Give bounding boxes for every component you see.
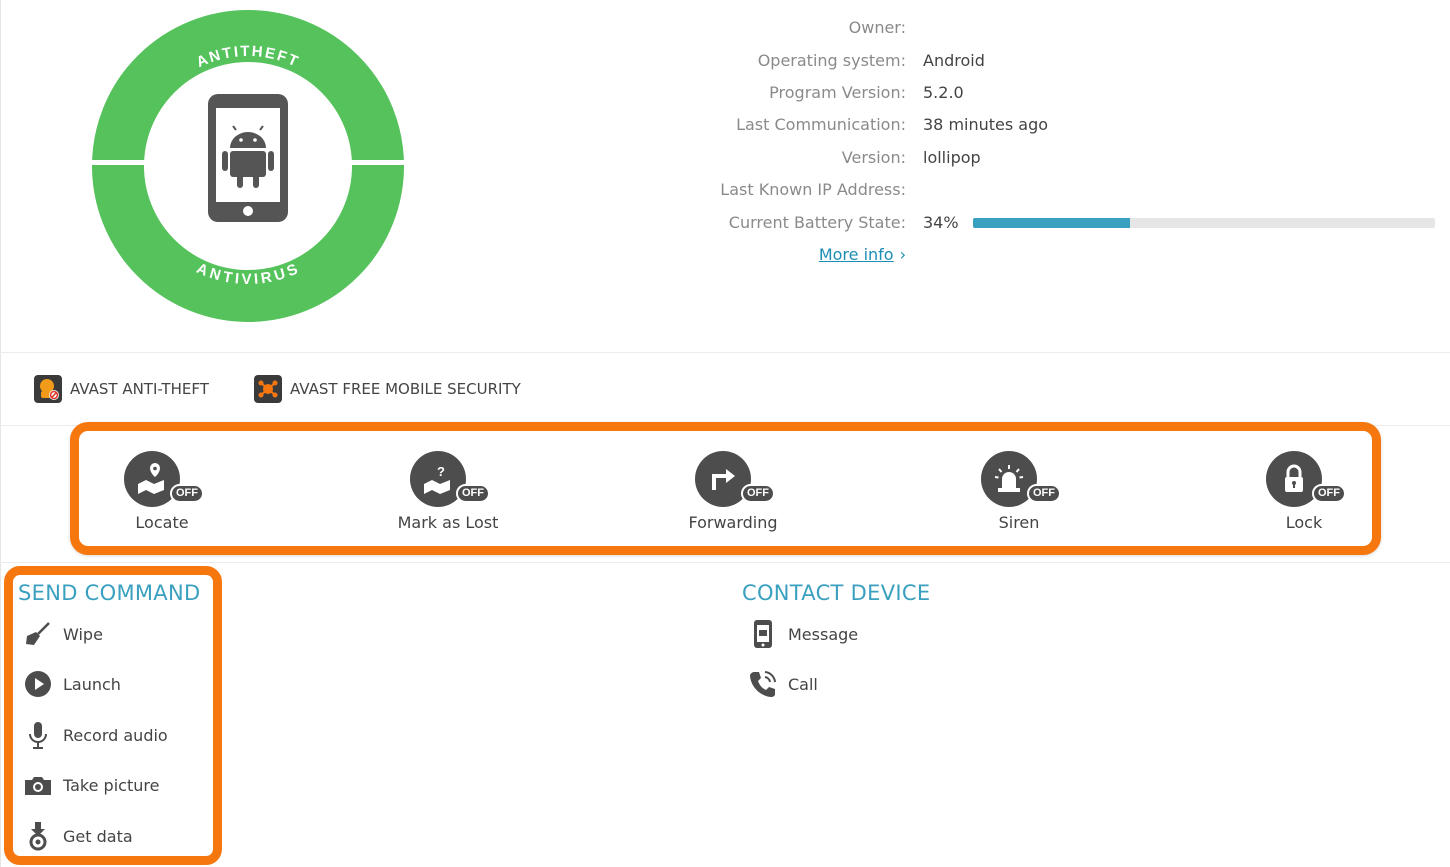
camera-icon	[23, 770, 53, 800]
command-label: Wipe	[63, 624, 103, 644]
contact-label: Message	[788, 624, 859, 644]
battery-value: 34%	[923, 213, 959, 232]
send-command-title: SEND COMMAND	[18, 581, 201, 605]
product-tab-label: AVAST FREE MOBILE SECURITY	[290, 380, 521, 398]
divider	[0, 352, 1450, 353]
contact-message[interactable]: Message	[748, 619, 858, 649]
contact-device-title: CONTACT DEVICE	[742, 581, 931, 605]
feature-lock[interactable]: OFF Lock	[1219, 451, 1389, 532]
feature-label: Locate	[135, 513, 189, 532]
info-row-ip: Last Known IP Address:	[560, 176, 1440, 204]
command-label: Record audio	[63, 725, 168, 745]
siren-icon: OFF	[981, 451, 1061, 507]
command-label: Launch	[63, 674, 121, 694]
battery-bar	[973, 218, 1435, 228]
info-row-program-version: Program Version: 5.2.0	[560, 79, 1440, 107]
program-version-label: Program Version:	[769, 83, 906, 102]
command-label: Get data	[63, 826, 133, 846]
map-question-icon: ? OFF	[410, 451, 490, 507]
feature-forwarding[interactable]: OFF Forwarding	[648, 451, 818, 532]
product-tab-anti-theft[interactable]: AVAST ANTI-THEFT	[34, 375, 209, 403]
program-version-value: 5.2.0	[923, 83, 964, 102]
avast-antitheft-logo-icon	[34, 375, 62, 403]
info-row-owner: Owner:	[560, 14, 1440, 42]
last-communication-label: Last Communication:	[736, 115, 906, 134]
forwarding-status-badge: OFF	[741, 484, 775, 503]
device-badge: ANTITHEFT ANTIVIRUS	[92, 10, 404, 322]
play-icon	[23, 669, 53, 699]
lock-status-badge: OFF	[1312, 484, 1346, 503]
contact-label: Call	[788, 674, 818, 694]
forward-arrow-icon: OFF	[695, 451, 775, 507]
command-take-picture[interactable]: Take picture	[23, 770, 159, 800]
command-wipe[interactable]: Wipe	[23, 619, 103, 649]
contact-call[interactable]: Call	[748, 669, 818, 699]
map-pin-icon: OFF	[124, 451, 204, 507]
info-row-version: Version: lollipop	[560, 144, 1440, 172]
android-phone-icon	[208, 94, 288, 222]
download-data-icon	[23, 821, 53, 851]
feature-label: Siren	[998, 513, 1040, 532]
svg-text:?: ?	[437, 464, 445, 479]
mark-as-lost-status-badge: OFF	[456, 484, 490, 503]
antitheft-antivirus-ring: ANTITHEFT ANTIVIRUS	[92, 10, 404, 322]
command-get-data[interactable]: Get data	[23, 821, 133, 851]
battery-bar-fill	[973, 218, 1131, 228]
microphone-icon	[23, 720, 53, 750]
broom-icon	[23, 619, 53, 649]
product-tab-mobile-security[interactable]: AVAST FREE MOBILE SECURITY	[254, 375, 521, 403]
phone-call-icon	[748, 669, 778, 699]
phone-message-icon	[748, 619, 778, 649]
version-value: lollipop	[923, 148, 981, 167]
ip-label: Last Known IP Address:	[720, 180, 906, 199]
more-info-link[interactable]: More info ›	[819, 241, 906, 269]
command-record-audio[interactable]: Record audio	[23, 720, 168, 750]
feature-mark-as-lost[interactable]: ? OFF Mark as Lost	[363, 451, 533, 532]
siren-status-badge: OFF	[1027, 484, 1061, 503]
info-row-more-info: More info ›	[560, 241, 1440, 269]
info-row-last-communication: Last Communication: 38 minutes ago	[560, 111, 1440, 139]
os-value: Android	[923, 51, 985, 70]
more-info-label: More info	[818, 245, 894, 264]
owner-label: Owner:	[848, 18, 906, 37]
chevron-right-icon: ›	[899, 245, 906, 264]
padlock-icon: OFF	[1266, 451, 1346, 507]
command-label: Take picture	[63, 775, 160, 795]
feature-toggles-panel: OFF Locate ? OFF Mark as Lost OFF Forwar…	[70, 422, 1381, 555]
os-label: Operating system:	[757, 51, 906, 70]
last-communication-value: 38 minutes ago	[923, 115, 1049, 134]
feature-label: Forwarding	[688, 513, 778, 532]
version-label: Version:	[841, 148, 906, 167]
feature-siren[interactable]: OFF Siren	[934, 451, 1104, 532]
divider	[0, 562, 1450, 563]
battery-label: Current Battery State:	[728, 213, 906, 232]
avast-mobile-security-logo-icon	[254, 375, 282, 403]
feature-label: Lock	[1285, 513, 1323, 532]
info-row-os: Operating system: Android	[560, 47, 1440, 75]
feature-label: Mark as Lost	[397, 513, 499, 532]
product-tab-label: AVAST ANTI-THEFT	[70, 380, 209, 398]
feature-locate[interactable]: OFF Locate	[77, 451, 247, 532]
locate-status-badge: OFF	[170, 484, 204, 503]
info-row-battery: Current Battery State: 34%	[560, 209, 1440, 237]
command-launch[interactable]: Launch	[23, 669, 121, 699]
